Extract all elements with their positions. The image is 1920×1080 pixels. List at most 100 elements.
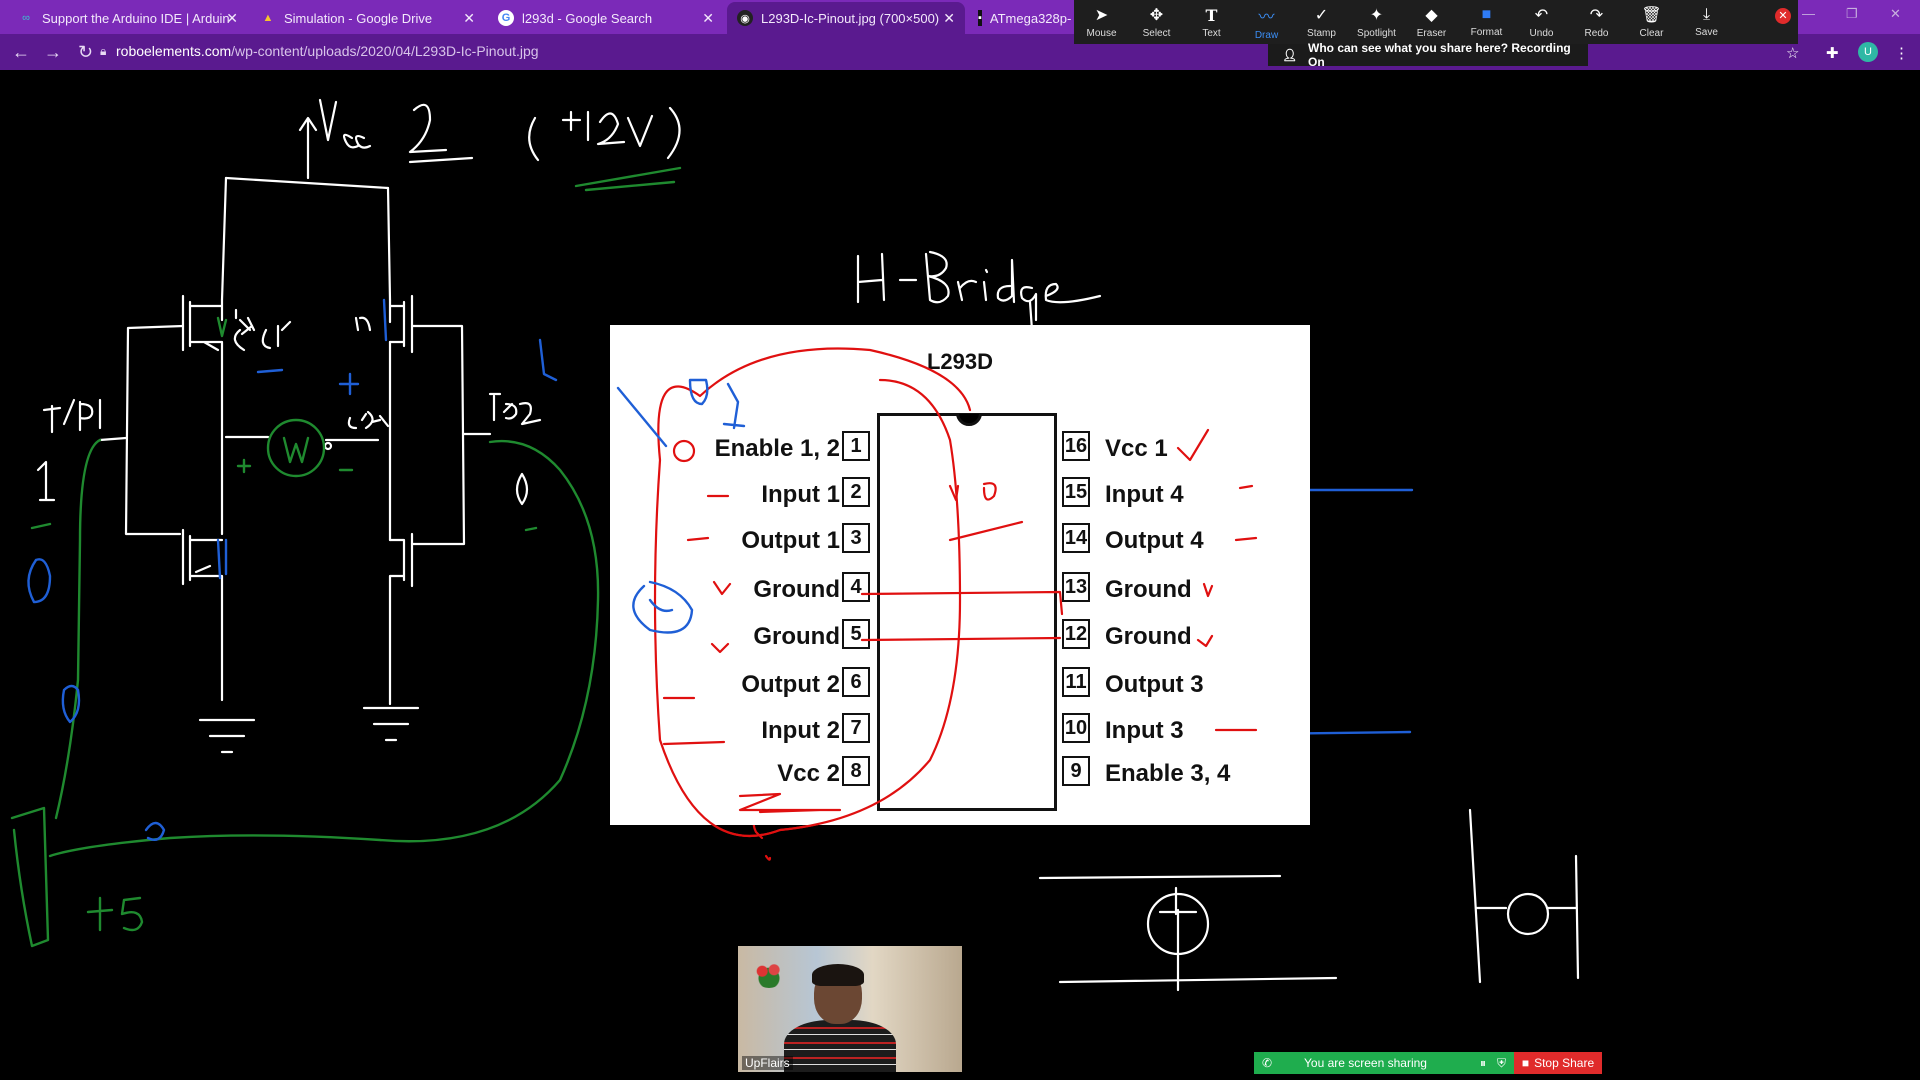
- mouse-tool-button[interactable]: ➤ Mouse: [1074, 0, 1129, 44]
- tool-label: Spotlight: [1357, 28, 1396, 39]
- eraser-icon: ◆: [1425, 7, 1438, 24]
- pin-14-number: 14: [1062, 523, 1090, 553]
- pin-11-number: 11: [1062, 667, 1090, 697]
- pin-1-label: Enable 1, 2: [714, 435, 840, 462]
- google-drive-icon: ▲: [262, 12, 274, 24]
- tool-label: Undo: [1529, 28, 1554, 39]
- star-icon[interactable]: ☆: [1786, 44, 1799, 62]
- green-annotations: [10, 166, 682, 948]
- close-icon[interactable]: ✕: [463, 10, 475, 27]
- restore-icon[interactable]: ❐: [1846, 6, 1858, 22]
- pin-16-number: 16: [1062, 431, 1090, 461]
- undo-button[interactable]: ↶ Undo: [1514, 0, 1569, 44]
- tool-label: Stamp: [1307, 28, 1336, 39]
- avatar[interactable]: U: [1858, 42, 1878, 62]
- pin-2-label: Input 1: [761, 481, 840, 508]
- pin-5-label: Ground: [753, 623, 840, 650]
- stamp-tool-button[interactable]: ✓ Stamp: [1294, 0, 1349, 44]
- stop-share-button[interactable]: ■ Stop Share: [1514, 1052, 1602, 1074]
- spotlight-icon: ✦: [1369, 7, 1384, 24]
- text-icon: T: [1205, 5, 1218, 25]
- flower-vase: [752, 960, 786, 988]
- pinout-title: L293D: [926, 349, 994, 374]
- pin-8-number: 8: [842, 756, 870, 786]
- url-domain: roboelements.com: [116, 43, 232, 59]
- draw-tool-button[interactable]: 〰 Draw: [1239, 0, 1294, 44]
- back-icon[interactable]: ←: [12, 42, 30, 63]
- minimize-icon[interactable]: —: [1802, 6, 1815, 21]
- text-tool-button[interactable]: T Text: [1184, 0, 1239, 44]
- screen-sharing-status: ✆ You are screen sharing ⏸ ⛨: [1254, 1052, 1514, 1074]
- tab-title: ATmega328p-: [989, 10, 1072, 26]
- participant-person: [784, 964, 896, 1072]
- close-icon[interactable]: ✕: [943, 10, 955, 27]
- menu-icon[interactable]: ⋮: [1894, 44, 1909, 62]
- tool-label: Save: [1695, 27, 1718, 38]
- redo-button[interactable]: ↷ Redo: [1569, 0, 1624, 44]
- pin-6-label: Output 2: [741, 671, 840, 698]
- tab-title: Support the Arduino IDE | Arduin: [42, 10, 230, 26]
- close-annotation-icon[interactable]: ✕: [1775, 8, 1791, 24]
- stop-share-label: Stop Share: [1534, 1056, 1595, 1070]
- pin-7-number: 7: [842, 713, 870, 743]
- tool-label: Format: [1470, 27, 1503, 38]
- tool-label: Select: [1142, 28, 1171, 39]
- pin-10-label: Input 3: [1105, 717, 1184, 744]
- tab-title: l293d - Google Search: [522, 10, 653, 26]
- pin-9-number: 9: [1062, 756, 1090, 786]
- reload-icon[interactable]: ↻: [78, 42, 93, 63]
- save-button[interactable]: ⤓ Save: [1679, 0, 1734, 44]
- tab-atmega[interactable]: ▪ ATmega328p-: [968, 2, 1078, 34]
- pin-1-number: 1: [842, 431, 870, 461]
- pin-8-label: Vcc 2: [777, 760, 840, 787]
- url-path: /wp-content/uploads/2020/04/L293D-Ic-Pin…: [231, 43, 539, 59]
- check-icon: ✓: [1314, 7, 1329, 24]
- pin-13-label: Ground: [1105, 576, 1192, 603]
- tab-google-drive[interactable]: ▲ Simulation - Google Drive ✕: [250, 2, 485, 34]
- spotlight-tool-button[interactable]: ✦ Spotlight: [1349, 0, 1404, 44]
- arduino-icon: ∞: [22, 12, 30, 24]
- page-icon: ▪: [978, 10, 982, 26]
- pin-12-label: Ground: [1105, 623, 1192, 650]
- pin-4-number: 4: [842, 572, 870, 602]
- forward-icon[interactable]: →: [44, 42, 62, 63]
- pin-15-number: 15: [1062, 477, 1090, 507]
- share-notice[interactable]: 👤︎ Who can see what you share here? Reco…: [1268, 41, 1588, 69]
- format-icon: ■: [1481, 6, 1492, 23]
- participant-video[interactable]: UpFlairs: [738, 946, 962, 1072]
- tool-label: Eraser: [1416, 28, 1447, 39]
- google-icon: G: [498, 10, 514, 26]
- clear-button[interactable]: 🗑︎ Clear: [1624, 0, 1679, 44]
- pin-4-label: Ground: [753, 576, 840, 603]
- ic-notch: [956, 414, 982, 426]
- extensions-icon[interactable]: ✚: [1826, 44, 1839, 62]
- tab-title: L293D-Ic-Pinout.jpg (700×500): [761, 10, 940, 26]
- pin-11-label: Output 3: [1105, 671, 1204, 698]
- lock-icon[interactable]: 🔒︎: [100, 44, 106, 59]
- ic-body: [877, 413, 1057, 811]
- close-icon[interactable]: ✕: [226, 10, 238, 27]
- cursor-icon: ➤: [1094, 7, 1109, 24]
- select-tool-button[interactable]: ✥ Select: [1129, 0, 1184, 44]
- stop-icon: ■: [1521, 1056, 1530, 1070]
- pin-16-label: Vcc 1: [1105, 435, 1168, 462]
- tool-label: Clear: [1639, 28, 1664, 39]
- image-icon: ◉: [737, 10, 753, 26]
- tab-arduino[interactable]: ∞ Support the Arduino IDE | Arduin ✕: [8, 2, 248, 34]
- pin-5-number: 5: [842, 619, 870, 649]
- tab-google-search[interactable]: G l293d - Google Search ✕: [488, 2, 724, 34]
- address-bar[interactable]: roboelements.com/wp-content/uploads/2020…: [116, 43, 539, 59]
- window-close-icon[interactable]: ✕: [1890, 6, 1901, 22]
- share-notice-text: Who can see what you share here? Recordi…: [1308, 41, 1571, 69]
- close-icon[interactable]: ✕: [702, 10, 714, 27]
- tab-pinout-image[interactable]: ◉ L293D-Ic-Pinout.jpg (700×500) ✕: [727, 2, 965, 34]
- participant-shirt: [784, 1020, 896, 1072]
- format-tool-button[interactable]: ■ Format: [1459, 0, 1514, 44]
- pause-icon[interactable]: ⏸: [1480, 1056, 1486, 1071]
- pin-12-number: 12: [1062, 619, 1090, 649]
- draw-icon: 〰: [1258, 9, 1275, 26]
- tool-label: Text: [1202, 27, 1221, 39]
- trash-icon: 🗑︎: [1641, 7, 1662, 24]
- l293d-pinout-image: L293D Enable 1, 2 Input 1 Output 1 Groun…: [610, 325, 1310, 825]
- eraser-tool-button[interactable]: ◆ Eraser: [1404, 0, 1459, 44]
